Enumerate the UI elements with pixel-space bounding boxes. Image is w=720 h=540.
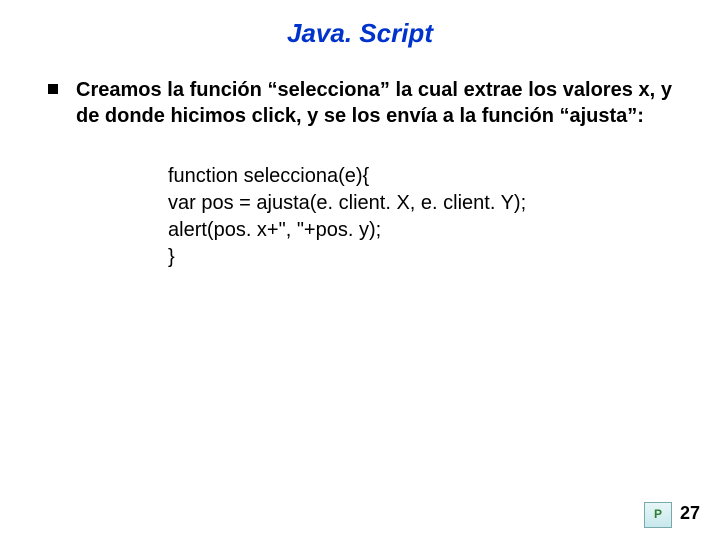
- code-block: function selecciona(e){ var pos = ajusta…: [168, 163, 672, 271]
- code-line: function selecciona(e){: [168, 163, 672, 190]
- code-line: }: [168, 244, 672, 271]
- code-line: alert(pos. x+", "+pos. y);: [168, 217, 672, 244]
- code-line: var pos = ajusta(e. client. X, e. client…: [168, 190, 672, 217]
- logo-icon: P: [644, 502, 672, 528]
- bullet-text: Creamos la función “selecciona” la cual …: [76, 77, 672, 129]
- bullet-item: Creamos la función “selecciona” la cual …: [48, 77, 672, 129]
- logo-text: P: [654, 507, 662, 521]
- slide-content: Creamos la función “selecciona” la cual …: [0, 49, 720, 271]
- bullet-square-icon: [48, 84, 58, 94]
- slide-title: Java. Script: [0, 0, 720, 49]
- page-number: 27: [680, 503, 700, 524]
